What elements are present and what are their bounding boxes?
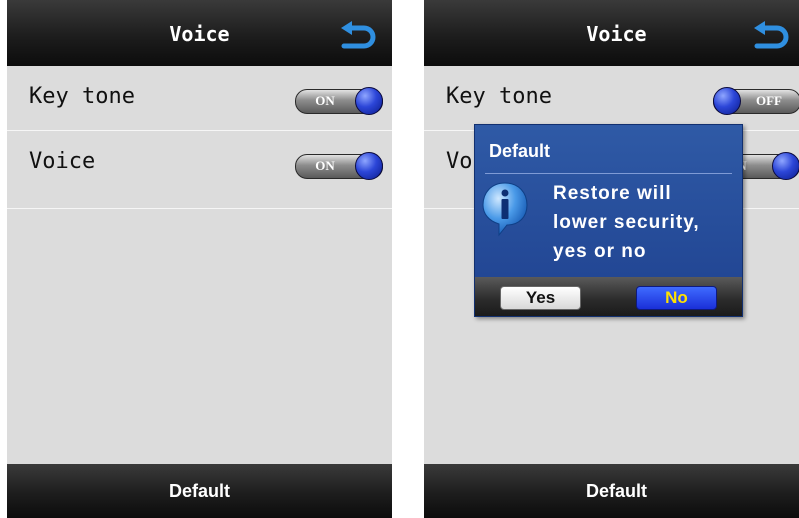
dialog-message-line: lower security, — [553, 212, 700, 233]
title-bar: Voice — [7, 0, 392, 66]
toggle-knob — [713, 87, 741, 115]
toggle-knob — [772, 152, 799, 180]
back-button[interactable] — [749, 20, 793, 54]
toggle-state: ON — [315, 93, 335, 108]
title-bar: Voice — [424, 0, 799, 66]
bottom-bar: Default — [7, 464, 392, 518]
toggle-state: ON — [315, 158, 335, 173]
setting-label: Key tone — [446, 84, 552, 109]
screen-voice-settings-dialog: Voice Key tone OFF Vo N Default Default — [424, 0, 799, 518]
dialog-title: Default — [489, 141, 551, 161]
dialog-message-line: Restore will — [553, 183, 672, 204]
bottom-bar: Default — [424, 464, 799, 518]
yes-button[interactable]: Yes — [500, 286, 581, 310]
toggle-knob — [355, 87, 383, 115]
setting-row-key-tone: Key tone ON — [7, 66, 392, 131]
key-tone-toggle[interactable]: OFF — [713, 87, 799, 115]
page-title: Voice — [586, 22, 647, 46]
back-arrow-icon — [341, 21, 376, 49]
setting-label: Vo — [446, 149, 473, 174]
dialog-message: Restore will lower security, yes or no — [553, 179, 738, 266]
dialog-divider — [485, 173, 732, 174]
setting-label: Key tone — [29, 84, 135, 109]
back-arrow-icon — [754, 21, 789, 49]
back-button[interactable] — [336, 20, 380, 54]
page-title: Voice — [169, 22, 230, 46]
screen-voice-settings: Voice Key tone ON Voice ON Default — [7, 0, 392, 518]
no-button[interactable]: No — [636, 286, 717, 310]
voice-toggle[interactable]: ON — [295, 152, 383, 180]
setting-row-key-tone: Key tone OFF — [424, 66, 799, 131]
setting-label: Voice — [29, 149, 96, 174]
default-button[interactable]: Default — [7, 481, 392, 502]
info-bubble-icon — [481, 181, 529, 237]
toggle-state: OFF — [756, 93, 782, 108]
key-tone-toggle[interactable]: ON — [295, 87, 383, 115]
default-button[interactable]: Default — [424, 481, 799, 502]
dialog-button-bar: Yes No — [475, 277, 742, 316]
restore-default-dialog: Default Restore will lower security, yes… — [474, 124, 743, 317]
setting-row-voice: Voice ON — [7, 131, 392, 209]
toggle-knob — [355, 152, 383, 180]
dialog-message-line: yes or no — [553, 241, 647, 262]
